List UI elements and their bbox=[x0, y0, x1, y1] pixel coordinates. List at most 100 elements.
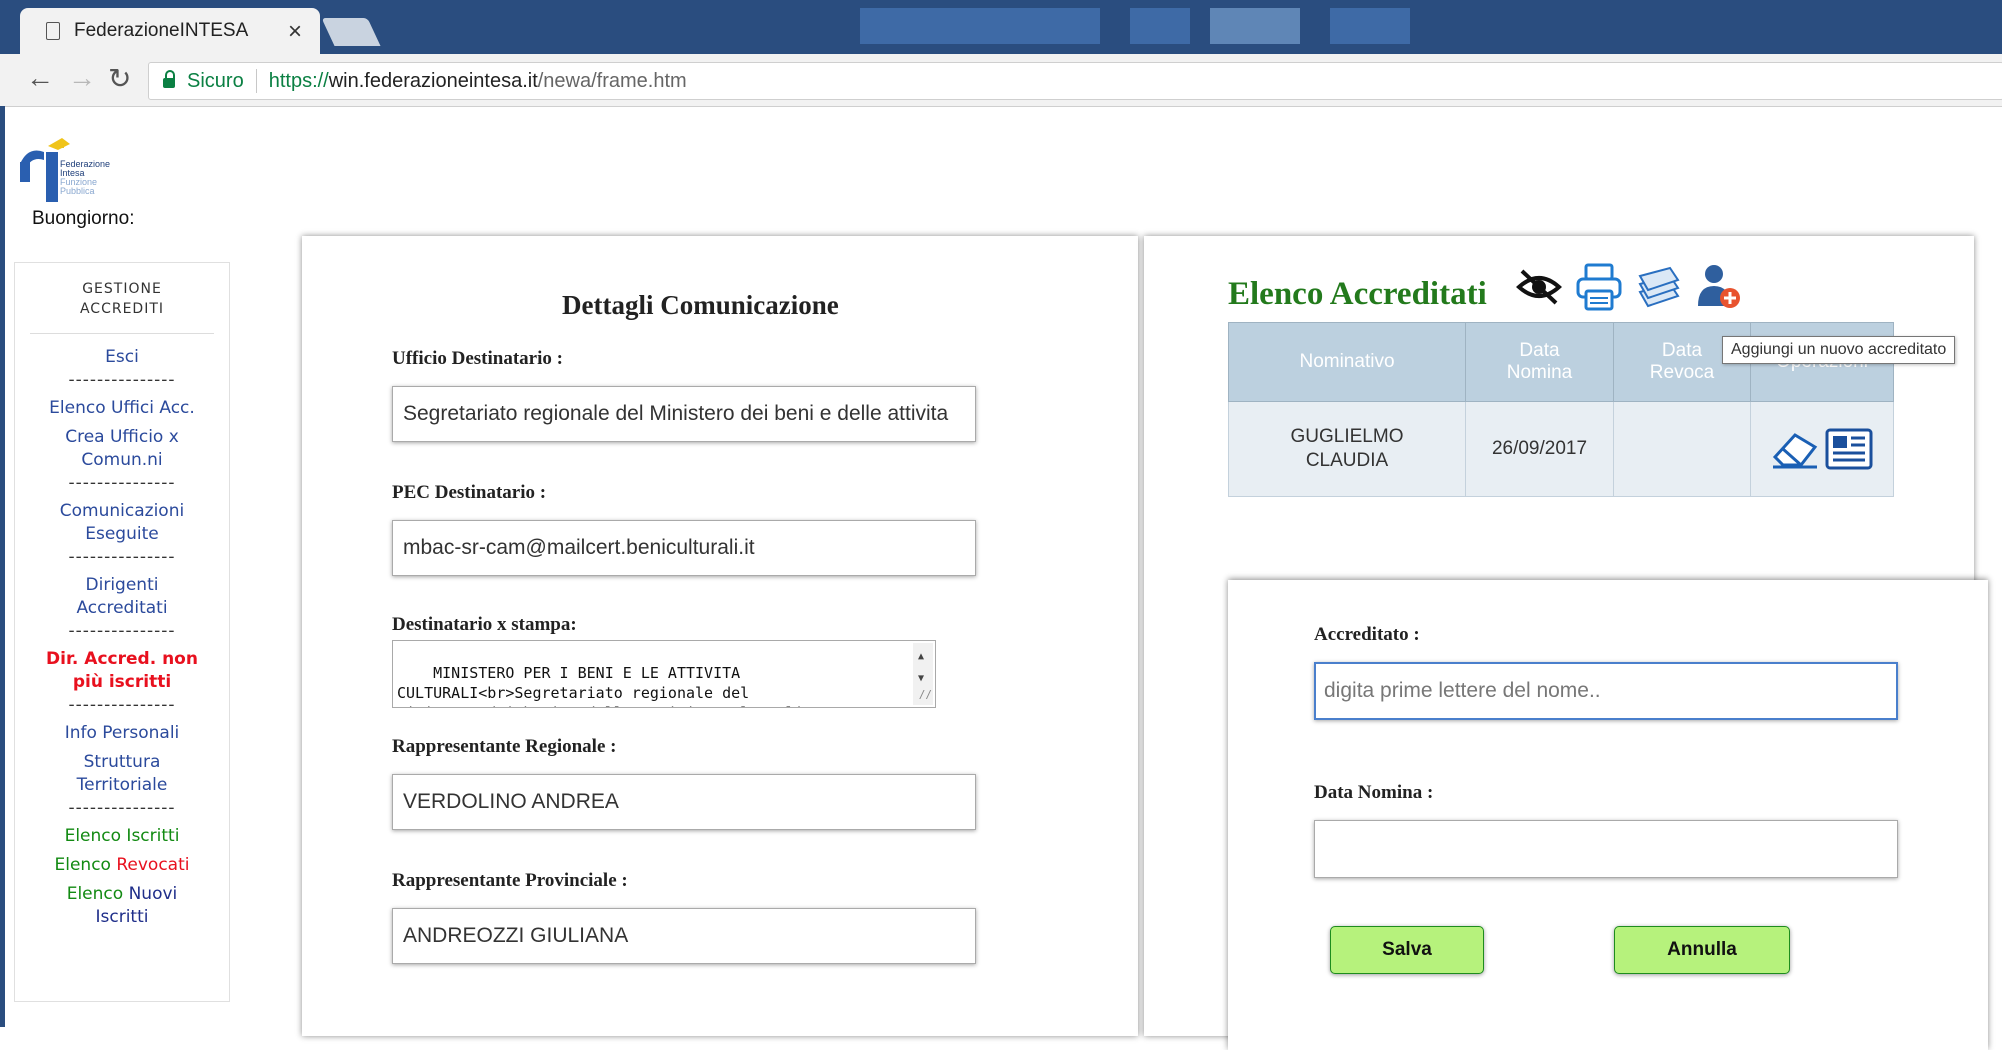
printer-icon[interactable] bbox=[1576, 263, 1622, 311]
cancel-button[interactable]: Annulla bbox=[1614, 926, 1790, 974]
sidebar-separator: --------------- bbox=[68, 621, 176, 641]
data-nomina-input[interactable] bbox=[1314, 820, 1898, 878]
address-bar[interactable]: Sicuro https:// win.federazioneintesa.it… bbox=[148, 62, 2002, 100]
sidebar-item-label: Dir. Accred. non bbox=[46, 649, 198, 669]
sidebar-item-info-personali[interactable]: Info Personali bbox=[15, 722, 229, 745]
cell-nominativo: GUGLIELMO CLAUDIA bbox=[1228, 401, 1466, 497]
sidebar-item-label: Iscritti bbox=[95, 907, 149, 927]
sidebar-item-esci[interactable]: Esci bbox=[15, 346, 229, 369]
sidebar-menu: GESTIONE ACCREDITI Esci --------------- … bbox=[14, 262, 230, 1002]
new-tab-button[interactable] bbox=[321, 18, 381, 46]
secure-label: Sicuro bbox=[187, 69, 244, 92]
reload-icon[interactable]: ↻ bbox=[108, 62, 131, 95]
logo-text: Federazione Intesa Funzione Pubblica bbox=[60, 160, 110, 196]
sidebar-item-elenco-uffici[interactable]: Elenco Uffici Acc. bbox=[15, 397, 229, 420]
rappresentante-regionale-field[interactable]: VERDOLINO ANDREA bbox=[392, 774, 976, 830]
sidebar-item-label: Territoriale bbox=[76, 775, 168, 795]
cell-operazioni bbox=[1750, 401, 1894, 497]
logo-line-4: Pubblica bbox=[60, 186, 95, 196]
accreditati-toolbar bbox=[1516, 262, 1742, 312]
back-arrow-icon[interactable]: ← bbox=[26, 62, 54, 94]
sidebar-title-line: ACCREDITI bbox=[79, 301, 165, 317]
sidebar-item-label: Revocati bbox=[116, 855, 190, 875]
aggiungi-accreditato-form: Accreditato : Data Nomina : Salva Annull… bbox=[1228, 580, 1988, 1050]
rappresentante-provinciale-field[interactable]: ANDREOZZI GIULIANA bbox=[392, 908, 976, 964]
pec-destinatario-label: PEC Destinatario : bbox=[392, 482, 547, 503]
data-nomina-label: Data Nomina : bbox=[1314, 782, 1434, 803]
sidebar-item-label: Comun.ni bbox=[81, 450, 163, 470]
forward-arrow-icon[interactable]: → bbox=[68, 62, 96, 94]
panel-title: Dettagli Comunicazione bbox=[562, 290, 839, 320]
sidebar-item-dirigenti[interactable]: Dirigenti Accreditati bbox=[15, 574, 229, 620]
panel-title: Elenco Accreditati bbox=[1228, 276, 1487, 312]
window-edge bbox=[0, 106, 5, 1027]
rappresentante-regionale-label: Rappresentante Regionale : bbox=[392, 736, 617, 757]
accreditato-input[interactable] bbox=[1314, 662, 1898, 720]
sidebar-divider bbox=[30, 333, 214, 334]
resize-grip-icon[interactable]: ∕∕ bbox=[919, 685, 932, 705]
rappresentante-provinciale-label: Rappresentante Provinciale : bbox=[392, 870, 628, 891]
ufficio-destinatario-label: Ufficio Destinatario : bbox=[392, 348, 563, 369]
column-header-label: Data bbox=[1519, 340, 1560, 361]
sidebar-item-dir-non-iscritti[interactable]: Dir. Accred. non più iscritti bbox=[15, 648, 229, 694]
document-details-icon[interactable] bbox=[1825, 428, 1873, 470]
lock-icon bbox=[163, 70, 175, 88]
column-header-label: Nomina bbox=[1506, 362, 1573, 383]
destinatario-stampa-label: Destinatario x stampa: bbox=[392, 614, 577, 635]
table-row: GUGLIELMO CLAUDIA 26/09/2017 bbox=[1228, 401, 1894, 497]
sidebar-item-label: più iscritti bbox=[72, 672, 172, 692]
sidebar-title-line: GESTIONE bbox=[82, 281, 162, 297]
eraser-icon[interactable] bbox=[1771, 429, 1819, 469]
federazione-intesa-logo: Federazione Intesa Funzione Pubblica bbox=[18, 138, 138, 206]
tabstrip-background-blur bbox=[1130, 8, 1190, 44]
destinatario-stampa-textarea[interactable]: MINISTERO PER I BENI E LE ATTIVITA CULTU… bbox=[392, 640, 936, 708]
sidebar-item-elenco-iscritti[interactable]: Elenco Iscritti bbox=[15, 825, 229, 848]
cell-data-nomina: 26/09/2017 bbox=[1465, 401, 1614, 497]
sidebar-separator: --------------- bbox=[68, 370, 176, 390]
sidebar-separator: --------------- bbox=[68, 695, 176, 715]
greeting-text: Buongiorno: bbox=[32, 208, 135, 229]
hide-eye-icon[interactable] bbox=[1516, 267, 1562, 307]
sidebar-item-label: Struttura bbox=[83, 752, 161, 772]
tabstrip-background-blur bbox=[860, 8, 1100, 44]
add-user-tooltip: Aggiungi un nuovo accreditato bbox=[1722, 336, 1956, 364]
tabstrip-background-blur bbox=[1210, 8, 1300, 44]
column-header-label: Revoca bbox=[1649, 362, 1715, 383]
pec-destinatario-field[interactable]: mbac-sr-cam@mailcert.beniculturali.it bbox=[392, 520, 976, 576]
sidebar-item-comunicazioni[interactable]: Comunicazioni Eseguite bbox=[15, 500, 229, 546]
sidebar-item-label: Eseguite bbox=[85, 524, 159, 544]
tab-title: FederazioneINTESA bbox=[74, 20, 249, 41]
save-button[interactable]: Salva bbox=[1330, 926, 1484, 974]
url-protocol: https:// bbox=[268, 69, 329, 92]
sidebar-item-label: Nuovi bbox=[128, 884, 178, 904]
sidebar-item-label: Elenco bbox=[54, 855, 111, 875]
sidebar-item-label: Elenco bbox=[66, 884, 124, 904]
sidebar-item-label: Comunicazioni bbox=[59, 501, 185, 521]
nominativo-line: CLAUDIA bbox=[1305, 450, 1389, 471]
textarea-content: MINISTERO PER I BENI E LE ATTIVITA CULTU… bbox=[397, 664, 821, 707]
sidebar-item-elenco-nuovi[interactable]: Elenco Nuovi Iscritti bbox=[15, 883, 229, 929]
browser-tab[interactable]: FederazioneINTESA × bbox=[20, 8, 320, 54]
url-path: /newa/frame.htm bbox=[537, 69, 687, 92]
tabstrip-background-blur bbox=[1330, 8, 1410, 44]
sidebar-separator: --------------- bbox=[68, 547, 176, 567]
column-header-data-nomina: Data Nomina bbox=[1465, 322, 1614, 402]
sidebar-item-struttura[interactable]: Struttura Territoriale bbox=[15, 751, 229, 797]
scroll-up-arrow-icon[interactable]: ▲ bbox=[918, 647, 924, 667]
sidebar-item-crea-ufficio[interactable]: Crea Ufficio x Comun.ni bbox=[15, 426, 229, 472]
ufficio-destinatario-field[interactable]: Segretariato regionale del Ministero dei… bbox=[392, 386, 976, 442]
nominativo-line: GUGLIELMO bbox=[1290, 426, 1404, 447]
add-user-icon[interactable] bbox=[1696, 262, 1742, 312]
column-header-nominativo: Nominativo bbox=[1228, 322, 1466, 402]
tab-close-icon[interactable]: × bbox=[288, 18, 302, 46]
browser-toolbar: ← → ↻ Sicuro https:// win.federazioneint… bbox=[0, 54, 2002, 107]
documents-stack-icon[interactable] bbox=[1636, 262, 1682, 312]
sidebar-item-label: Accreditati bbox=[76, 598, 168, 618]
sidebar-item-label: Crea Ufficio x bbox=[65, 427, 179, 447]
page-icon bbox=[46, 22, 60, 40]
url-host: win.federazioneintesa.it bbox=[328, 69, 538, 92]
sidebar-item-elenco-revocati[interactable]: Elenco Revocati bbox=[15, 854, 229, 877]
sidebar-separator: --------------- bbox=[68, 473, 176, 493]
browser-tab-strip: FederazioneINTESA × bbox=[0, 0, 2002, 54]
sidebar-title: GESTIONE ACCREDITI bbox=[15, 279, 229, 319]
